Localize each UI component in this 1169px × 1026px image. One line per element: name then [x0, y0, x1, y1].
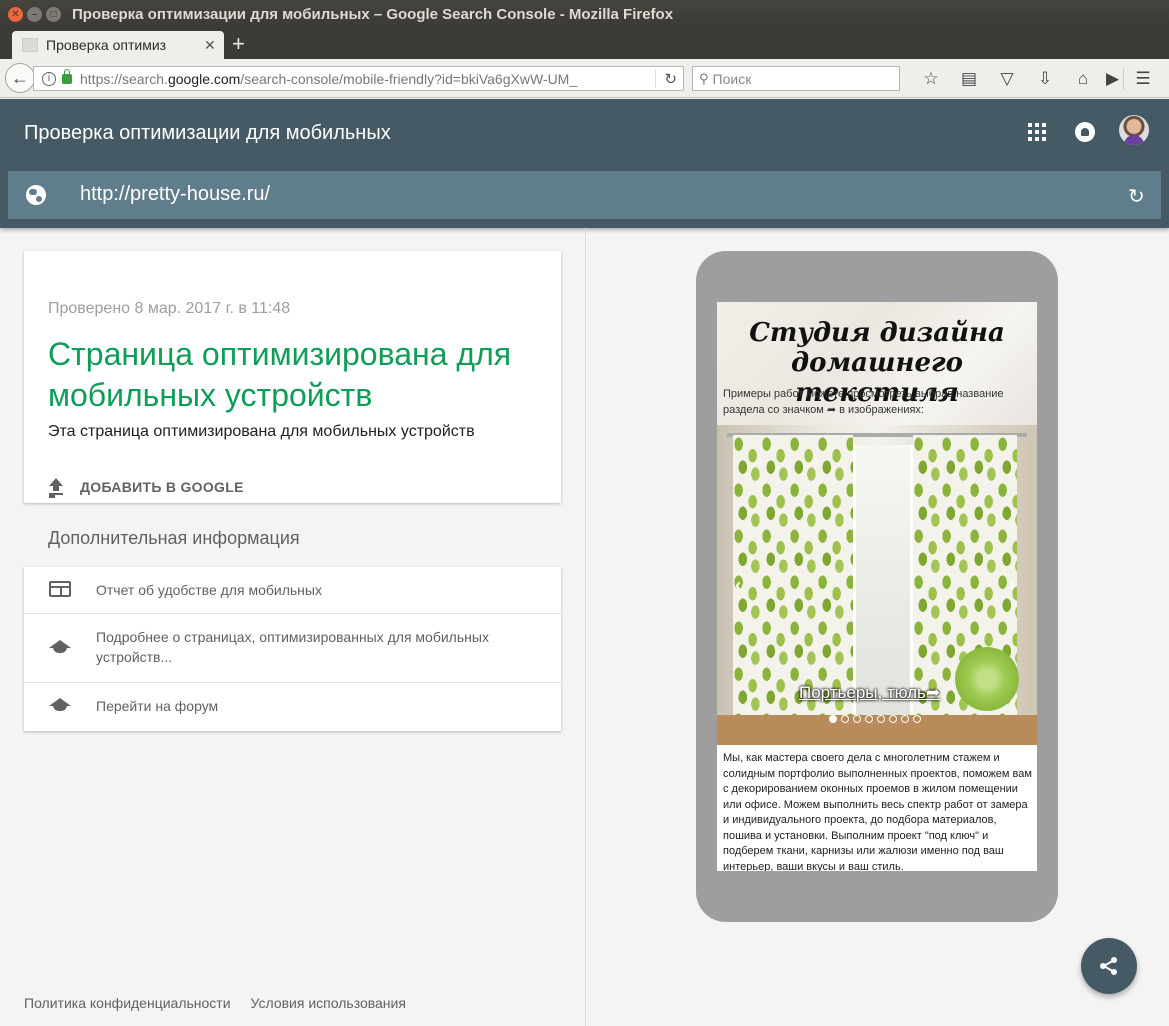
url-host: google.com: [167, 70, 241, 87]
browser-search-input[interactable]: ⚲ Поиск: [692, 66, 900, 91]
results-panel: Проверено 8 мар. 2017 г. в 11:48 Страниц…: [0, 228, 585, 1026]
slider-prev-icon[interactable]: ‹: [735, 575, 741, 596]
panel-divider: [585, 228, 586, 1026]
slider-dot[interactable]: [901, 715, 909, 723]
url-text[interactable]: https://search.google.com/search-console…: [80, 71, 640, 87]
result-headline: Страница оптимизирована для мобильных ус…: [48, 336, 512, 413]
globe-icon: [26, 185, 46, 205]
school-icon: [49, 698, 71, 714]
checked-timestamp: Проверено 8 мар. 2017 г. в 11:48: [48, 300, 291, 317]
window-close-icon[interactable]: ✕: [8, 7, 23, 22]
tab-strip: Проверка оптимиз ✕ +: [0, 29, 1169, 59]
list-item-label: Отчет об удобстве для мобильных: [96, 582, 322, 598]
report-icon: [49, 581, 71, 597]
slider-dot[interactable]: [865, 715, 873, 723]
add-to-google-label: ДОБАВИТЬ В GOOGLE: [80, 479, 244, 495]
terms-link[interactable]: Условия использования: [251, 995, 406, 1011]
preview-hero-description: Примеры работ можете просмотреть выбрав …: [723, 388, 1004, 416]
slider-next-icon[interactable]: ›: [1009, 575, 1015, 596]
share-button[interactable]: [1081, 938, 1137, 994]
phone-preview-frame: Студия дизайна домашнего текстиля Пример…: [696, 251, 1058, 922]
navigation-bar: ← i https://search.google.com/search-con…: [0, 59, 1169, 98]
reload-icon[interactable]: ↻: [655, 69, 677, 88]
tab-close-icon[interactable]: ✕: [204, 37, 216, 54]
tested-url-value[interactable]: http://pretty-house.ru/: [80, 183, 270, 206]
home-icon[interactable]: ⌂: [1064, 68, 1102, 90]
result-subtext: Эта страница оптимизирована для мобильны…: [48, 423, 475, 440]
app-header: Проверка оптимизации для мобильных http:…: [0, 99, 1169, 228]
download-icon[interactable]: ⇩: [1026, 68, 1064, 90]
phone-screen[interactable]: Студия дизайна домашнего текстиля Пример…: [717, 302, 1037, 871]
window-maximize-icon[interactable]: □: [46, 7, 61, 22]
new-tab-button[interactable]: +: [232, 31, 245, 57]
apps-grid-icon[interactable]: [1028, 123, 1046, 141]
pillow-image: [955, 647, 1019, 711]
result-card: Проверено 8 мар. 2017 г. в 11:48 Страниц…: [24, 251, 561, 503]
favicon-icon: [22, 38, 38, 52]
back-icon[interactable]: ←: [5, 63, 35, 93]
share-icon: [1099, 956, 1119, 976]
url-prefix: https://search.: [80, 70, 168, 87]
slider-dot[interactable]: [853, 715, 861, 723]
bookmark-star-icon[interactable]: ☆: [912, 68, 950, 90]
youtube-icon[interactable]: ▶: [1102, 68, 1124, 90]
list-item-label: Перейти на форум: [96, 698, 219, 714]
more-info-list: Отчет об удобстве для мобильных Подробне…: [24, 567, 561, 731]
preview-body-text: Мы, как мастера своего дела с многолетни…: [723, 752, 1032, 871]
lock-icon[interactable]: [62, 68, 72, 84]
slider-dot[interactable]: [913, 715, 921, 723]
avatar[interactable]: [1119, 115, 1149, 145]
window-title: Проверка оптимизации для мобильных – Goo…: [72, 6, 674, 23]
browser-tab[interactable]: Проверка оптимиз ✕: [12, 31, 224, 59]
url-path: /search-console/mobile-friendly?id=bkiVa…: [240, 70, 578, 87]
list-item-forum[interactable]: Перейти на форум: [24, 683, 561, 731]
page-title: Проверка оптимизации для мобильных: [24, 122, 391, 144]
info-icon[interactable]: i: [42, 71, 56, 86]
slider-dot[interactable]: [829, 715, 837, 723]
retest-refresh-icon[interactable]: ↻: [1128, 184, 1145, 209]
more-info-heading: Дополнительная информация: [48, 528, 300, 548]
notifications-bell-icon[interactable]: [1075, 122, 1095, 142]
pocket-icon[interactable]: ▽: [988, 68, 1026, 90]
reading-list-icon[interactable]: ▤: [950, 68, 988, 90]
list-item-mobile-usability-report[interactable]: Отчет об удобстве для мобильных: [24, 567, 561, 614]
footer: Политика конфиденциальности Условия испо…: [24, 995, 406, 1011]
address-bar[interactable]: i https://search.google.com/search-conso…: [33, 66, 684, 91]
upload-icon: [48, 478, 64, 496]
slide-caption-link[interactable]: Портьеры, тюль➦: [799, 683, 940, 703]
tab-title: Проверка оптимиз: [46, 37, 167, 53]
search-placeholder: Поиск: [712, 70, 752, 87]
privacy-link[interactable]: Политика конфиденциальности: [24, 995, 231, 1011]
add-to-google-button[interactable]: ДОБАВИТЬ В GOOGLE: [48, 478, 244, 496]
preview-hero-title-line1: Студия дизайна: [749, 318, 1005, 348]
slider-dot[interactable]: [841, 715, 849, 723]
slider-dots: [829, 715, 921, 723]
tested-url-field[interactable]: http://pretty-house.ru/ ↻: [8, 171, 1161, 219]
slider-dot[interactable]: [877, 715, 885, 723]
window-minimize-icon[interactable]: –: [27, 7, 42, 22]
menu-icon[interactable]: ☰: [1124, 68, 1162, 90]
slider-dot[interactable]: [889, 715, 897, 723]
search-icon: ⚲: [699, 70, 709, 86]
window-titlebar: ✕ – □ Проверка оптимизации для мобильных…: [0, 0, 1169, 29]
school-icon: [49, 640, 71, 656]
preview-slider[interactable]: ‹ › Портьеры, тюль➦: [717, 425, 1037, 745]
list-item-label: Подробнее о страницах, оптимизированных …: [96, 629, 489, 665]
list-item-learn-more[interactable]: Подробнее о страницах, оптимизированных …: [24, 614, 561, 683]
preview-hero: Студия дизайна домашнего текстиля Пример…: [717, 302, 1037, 425]
